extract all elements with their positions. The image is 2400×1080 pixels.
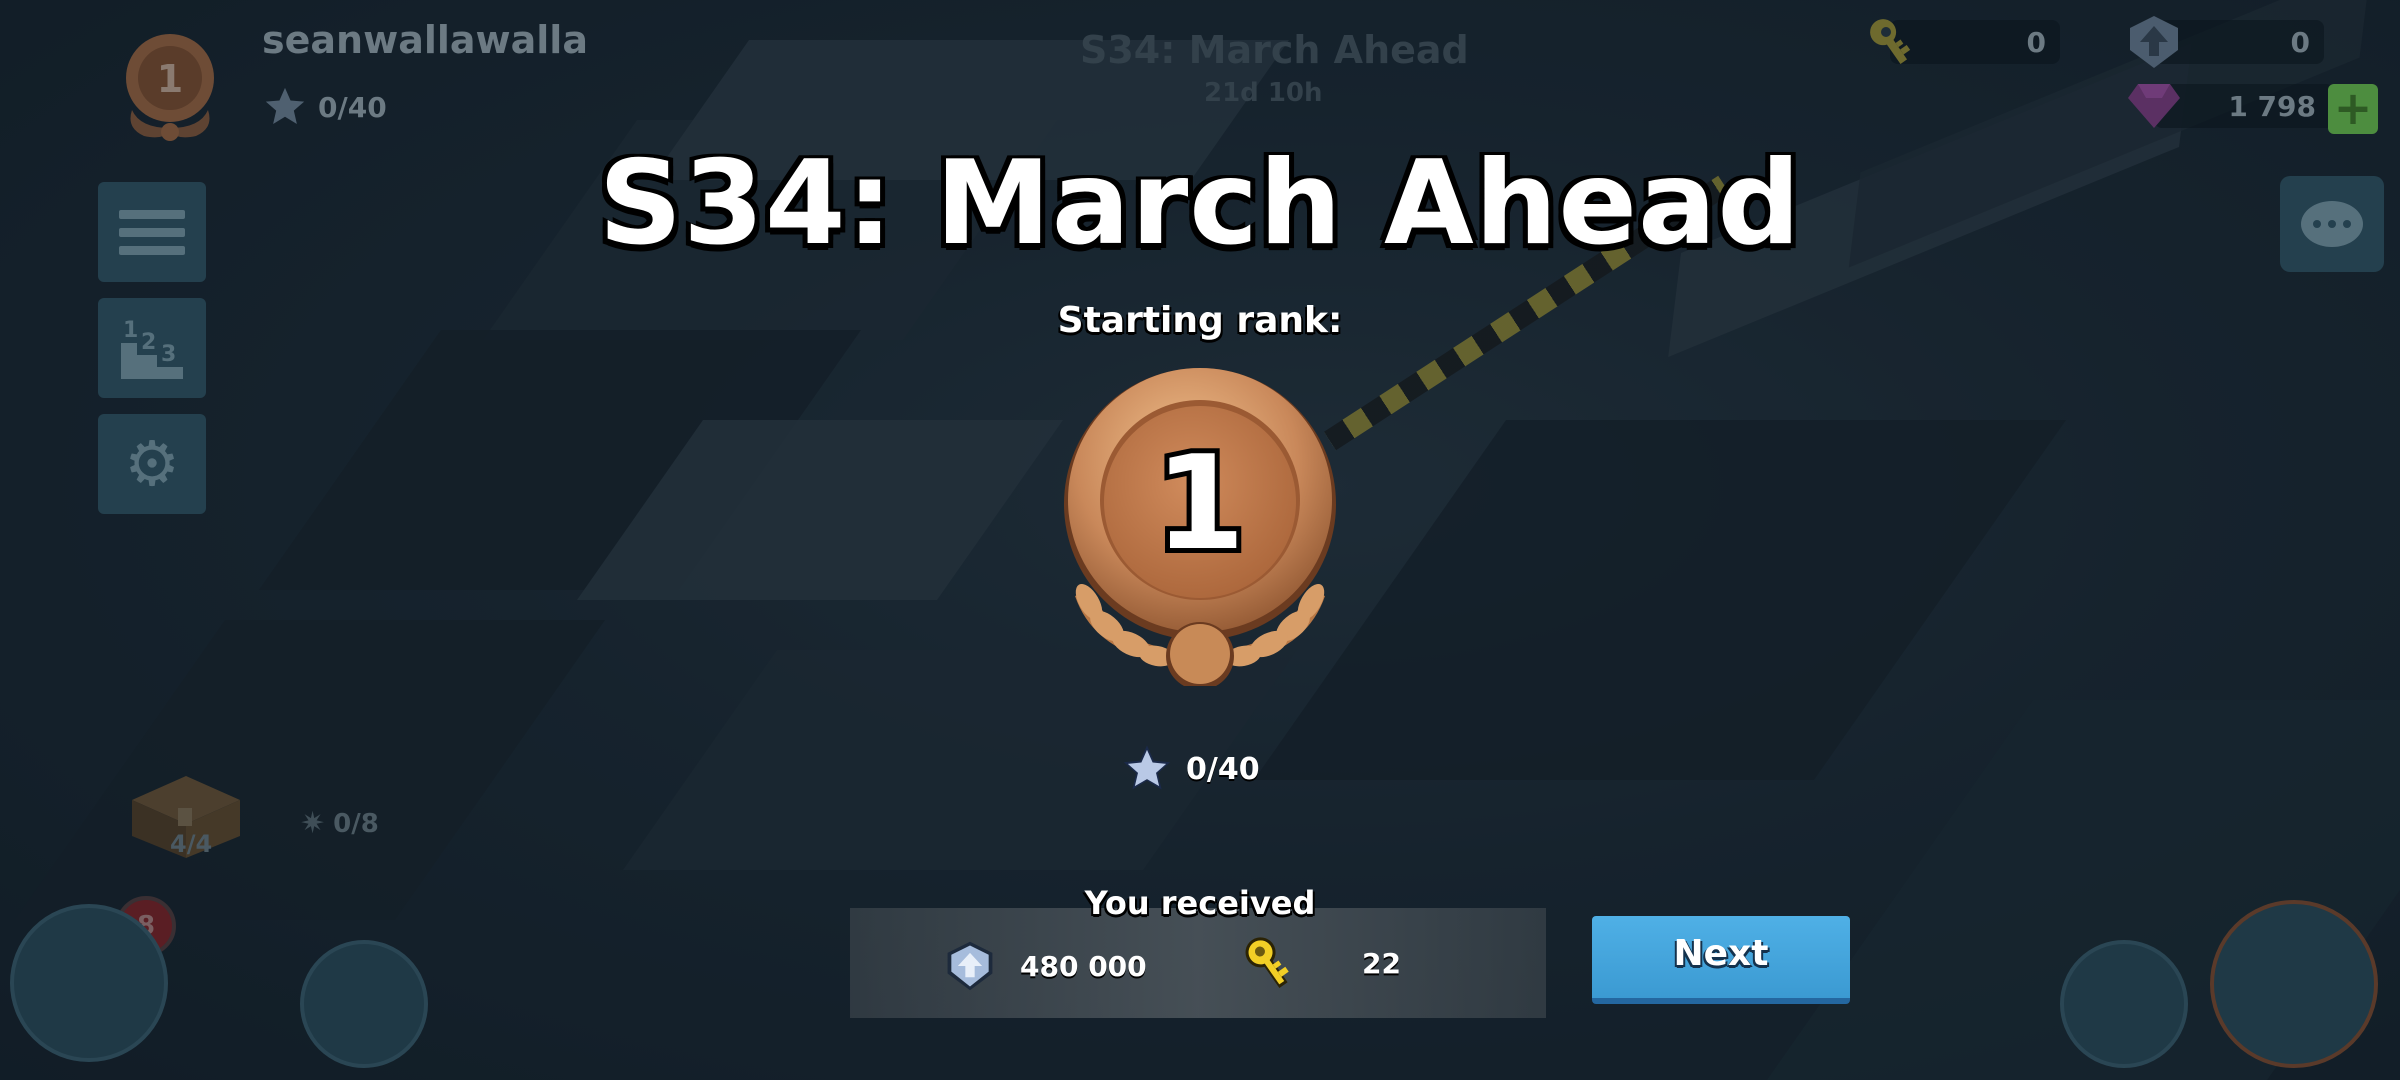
season-stars: 0/40 [1120, 742, 1260, 796]
player-stars-count: 0/40 [318, 90, 387, 124]
shop-button[interactable] [2060, 940, 2188, 1068]
star-icon [265, 87, 305, 125]
diamonds-counter: 1 798 [2124, 84, 2334, 128]
rank-medal: 1 [1064, 368, 1336, 686]
build-button[interactable] [300, 940, 428, 1068]
season-title: S34: March Ahead [598, 136, 1802, 271]
star-icon [1123, 745, 1171, 790]
intel-counter: 0 [2124, 16, 2324, 68]
intel-icon [2130, 16, 2178, 68]
diamonds-count: 1 798 [2228, 90, 2316, 123]
attack-button[interactable] [2210, 900, 2378, 1068]
reward-keys-amount: 22 [1362, 946, 1401, 980]
diamond-icon [2128, 84, 2180, 128]
reward-keys: 22 [1238, 930, 1401, 996]
building-count: 0/8 [333, 808, 379, 839]
player-rank-badge[interactable]: 1 [120, 32, 220, 144]
background-event-title: S34: March Ahead [1080, 28, 1469, 72]
received-label: You received [1084, 884, 1316, 922]
plus-icon: + [2333, 81, 2373, 135]
key-icon [1245, 937, 1289, 988]
map-button[interactable] [10, 904, 168, 1062]
gear-icon: ⚙ [124, 427, 180, 500]
building-counter: ✷ 0/8 [300, 806, 379, 841]
chest-progress: 4/4 [170, 830, 213, 858]
reward-intel-amount: 480 000 [1020, 949, 1147, 983]
player-rank-number: 1 [157, 57, 183, 101]
starting-rank-label: Starting rank: [1057, 300, 1343, 341]
season-stars-count: 0/40 [1186, 751, 1260, 787]
reward-intel: 480 000 [942, 938, 1147, 994]
svg-text:3: 3 [161, 342, 176, 367]
player-name: seanwallawalla [262, 18, 588, 62]
next-button[interactable]: Next [1592, 916, 1850, 1004]
intel-count: 0 [2290, 26, 2310, 59]
key-icon [1870, 19, 1911, 64]
intel-icon [947, 941, 993, 991]
player-stars: 0/40 [262, 84, 387, 130]
building-icon: ✷ [300, 806, 326, 841]
rewards-panel: 480 000 22 [850, 908, 1546, 1018]
settings-button[interactable]: ⚙ [98, 414, 206, 514]
rank-number: 1 [1155, 427, 1245, 579]
buy-diamonds-button[interactable]: + [2328, 84, 2378, 134]
keys-counter: 0 [1860, 19, 2060, 64]
keys-count: 0 [2026, 26, 2046, 59]
background-event-timer: 21d 10h [1204, 78, 1323, 108]
